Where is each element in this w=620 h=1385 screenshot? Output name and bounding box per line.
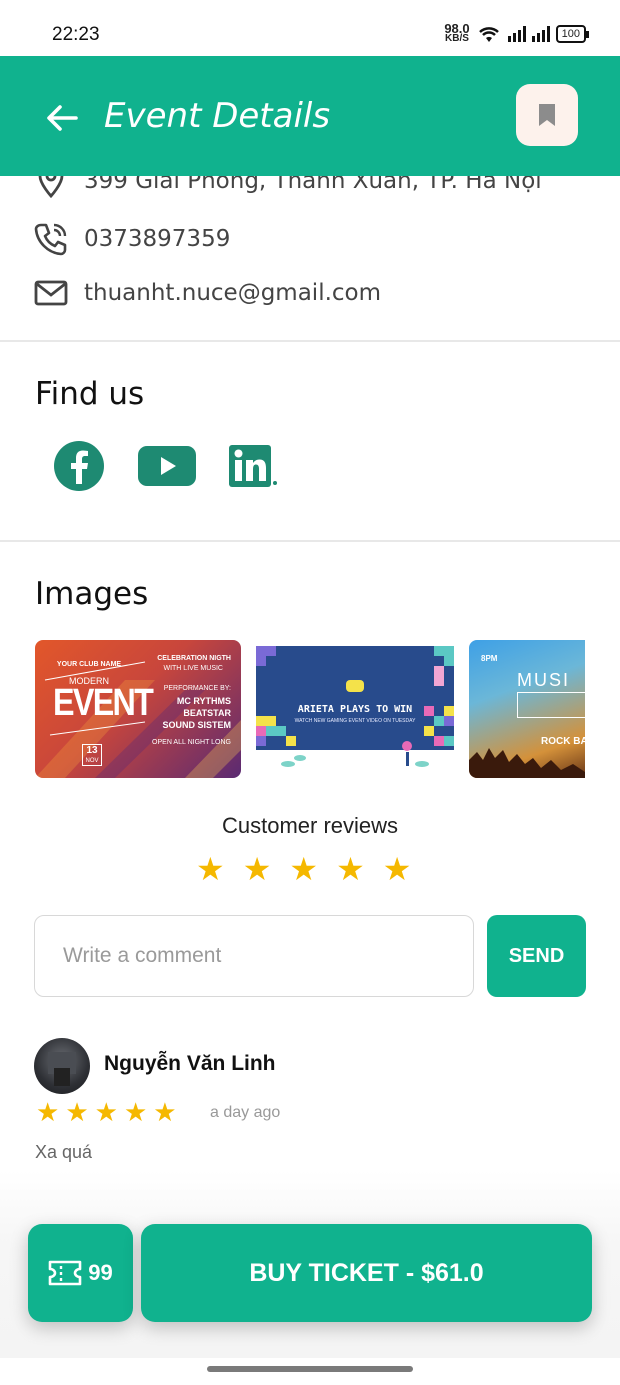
facebook-link[interactable] [53,440,105,492]
bookmark-icon [539,104,555,126]
star-icon: ★ [65,1098,89,1128]
status-bar: 22:23 98.0 KB/S 100 [0,0,620,56]
signal-icon-2 [531,26,550,42]
star-icon: ★ [94,1098,118,1128]
poster-title: EVENT [53,682,154,724]
review-text: Xa quá [35,1142,93,1162]
battery-indicator: 100 [555,25,590,43]
facebook-icon [54,441,104,491]
social-links [53,440,279,492]
bookmark-button[interactable] [516,84,578,146]
avatar [34,1038,90,1094]
linkedin-link[interactable] [229,443,279,489]
status-icons: 98.0 KB/S 100 [444,21,590,44]
ticket-icon [48,1260,82,1286]
find-us-title: Find us [35,376,145,412]
app-bar: Event Details [0,56,620,176]
buy-ticket-button[interactable]: BUY TICKET - $61.0 [141,1224,592,1322]
youtube-link[interactable] [137,444,197,488]
phone-icon [34,222,68,256]
wifi-icon [478,27,499,42]
contact-phone[interactable]: 0373897359 [34,222,230,256]
star-icon[interactable]: ★ [196,852,225,886]
poster-date: 13 NOV [82,744,102,766]
divider [0,540,620,542]
star-icon[interactable]: ★ [289,852,318,886]
review-time: a day ago [210,1104,281,1121]
page-title: Event Details [104,96,331,136]
gallery-image-music[interactable]: 8PM MUSI ROCK BA [469,640,585,778]
gaming-title: ARIETA PLAYS TO WIN [297,704,413,715]
ticket-count-button[interactable]: 99 [28,1224,133,1322]
gallery-image-gaming[interactable]: ARIETA PLAYS TO WIN WATCH NEW GAMING EVE… [256,646,454,772]
star-icon: ★ [36,1098,60,1128]
home-indicator[interactable] [207,1366,413,1372]
ticket-count: 99 [88,1260,113,1285]
customer-reviews-title: Customer reviews [221,813,399,838]
crowd-art [469,748,585,778]
reviewer-name: Nguyễn Văn Linh [104,1052,276,1075]
star-icon[interactable]: ★ [243,852,272,886]
music-poster-frame [517,692,585,718]
image-gallery[interactable]: YOUR CLUB NAME CELEBRATION NIGTH WITH LI… [35,640,585,780]
send-button[interactable]: SEND [487,915,586,997]
avatar-image [48,1052,76,1086]
status-time: 22:23 [52,24,100,45]
gallery-image-modern-event[interactable]: YOUR CLUB NAME CELEBRATION NIGTH WITH LI… [35,640,241,778]
images-title: Images [35,576,149,612]
mail-icon [34,276,68,310]
email-text: thuanht.nuce@gmail.com [84,280,382,306]
youtube-icon [138,446,196,486]
review-rating: ★ ★ ★ ★ ★ [36,1099,177,1127]
rating-stars[interactable]: ★ ★ ★ ★ ★ [196,852,411,886]
star-icon[interactable]: ★ [336,852,365,886]
signal-icon [507,26,526,42]
back-button[interactable] [40,96,84,140]
star-icon: ★ [123,1098,148,1128]
contact-email[interactable]: thuanht.nuce@gmail.com [34,276,381,310]
arrow-left-icon [47,105,78,131]
comment-input[interactable] [34,915,474,997]
phone-text: 0373897359 [84,226,231,252]
star-icon[interactable]: ★ [383,852,412,886]
linkedin-icon [229,445,277,487]
divider [0,340,620,342]
network-speed: 98.0 KB/S [444,21,470,44]
star-icon: ★ [153,1098,177,1128]
